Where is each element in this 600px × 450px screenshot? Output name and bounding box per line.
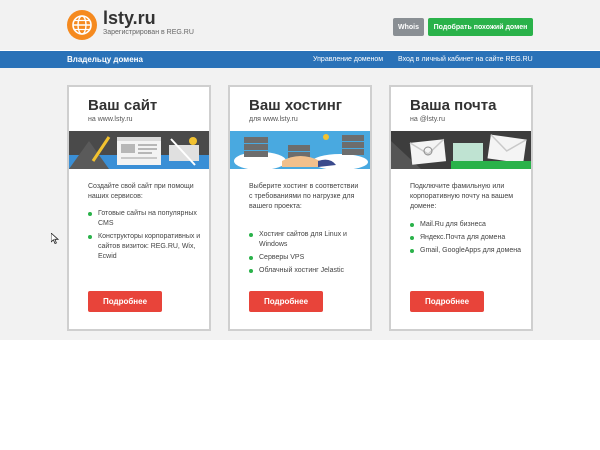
bullet-icon [88,212,92,216]
card-subtitle: на @lsty.ru [410,116,445,123]
list-item-text: Облачный хостинг Jelastic [259,267,344,274]
card-description: Выберите хостинг в соответствии с требов… [249,183,359,210]
hosting-illustration [230,131,370,169]
list-item-text: Конструкторы корпоративных и сайтов визи… [98,233,201,260]
list-item-text: Яндекс.Почта для домена [420,234,506,241]
list-item: Gmail, GoogleApps для домена [410,246,524,256]
website-illustration [69,131,209,169]
card-hosting: Ваш хостинг для www.lsty.ru Выберите хос… [228,85,372,331]
bullet-icon [88,235,92,239]
whois-button[interactable]: Whois [393,18,424,36]
card-description: Создайте свой сайт при помощи наших серв… [88,183,194,200]
site-more-button[interactable]: Подробнее [88,291,162,312]
list-item: Яндекс.Почта для домена [410,233,524,243]
list-item-text: Mail.Ru для бизнеса [420,221,486,228]
card-title: Ваша почта [410,97,497,114]
list-item-text: Готовые сайты на популярных CMS [98,210,197,227]
card-subtitle: на www.lsty.ru [88,116,133,123]
bullet-icon [249,269,253,273]
bullet-icon [410,236,414,240]
card-site: Ваш сайт на www.lsty.ru Создайте свой са… [67,85,211,331]
registered-text: Зарегистрирован в REG.RU [103,29,194,36]
list-item-text: Серверы VPS [259,254,305,261]
cards-section: Ваш сайт на www.lsty.ru Создайте свой са… [0,68,600,340]
card-feature-list: Готовые сайты на популярных CMS Конструк… [88,209,202,265]
list-item: Mail.Ru для бизнеса [410,220,524,230]
nav-bar: Владельцу домена Управление доменом Вход… [0,51,600,68]
card-title: Ваш сайт [88,97,158,114]
list-item-text: Gmail, GoogleApps для домена [420,247,521,254]
site-name: lsty.ru [103,8,156,28]
list-item: Хостинг сайтов для Linux и Windows [249,230,363,250]
card-description: Подключите фамильную или корпоративную п… [410,183,514,210]
list-item: Конструкторы корпоративных и сайтов визи… [88,232,202,262]
globe-icon[interactable] [67,10,97,40]
nav-title: Владельцу домена [67,55,143,64]
mouse-cursor-icon [50,231,60,249]
card-subtitle: для www.lsty.ru [249,116,298,123]
list-item: Облачный хостинг Jelastic [249,266,363,276]
mail-more-button[interactable]: Подробнее [410,291,484,312]
similar-domain-button[interactable]: Подобрать похожий домен [428,18,533,36]
list-item: Серверы VPS [249,253,363,263]
bullet-icon [249,256,253,260]
bullet-icon [410,249,414,253]
mail-illustration [391,131,531,169]
bullet-icon [249,233,253,237]
list-item-text: Хостинг сайтов для Linux и Windows [259,231,347,248]
card-title: Ваш хостинг [249,97,342,114]
card-feature-list: Mail.Ru для бизнеса Яндекс.Почта для дом… [410,220,524,259]
list-item: Готовые сайты на популярных CMS [88,209,202,229]
login-link[interactable]: Вход в личный кабинет на сайте REG.RU [398,51,533,68]
card-mail: Ваша почта на @lsty.ru Подключите фамиль… [389,85,533,331]
card-feature-list: Хостинг сайтов для Linux и Windows Серве… [249,230,363,279]
bullet-icon [410,223,414,227]
manage-domain-link[interactable]: Управление доменом [313,51,383,68]
top-header: lsty.ru Зарегистрирован в REG.RU Whois П… [0,0,600,50]
hosting-more-button[interactable]: Подробнее [249,291,323,312]
